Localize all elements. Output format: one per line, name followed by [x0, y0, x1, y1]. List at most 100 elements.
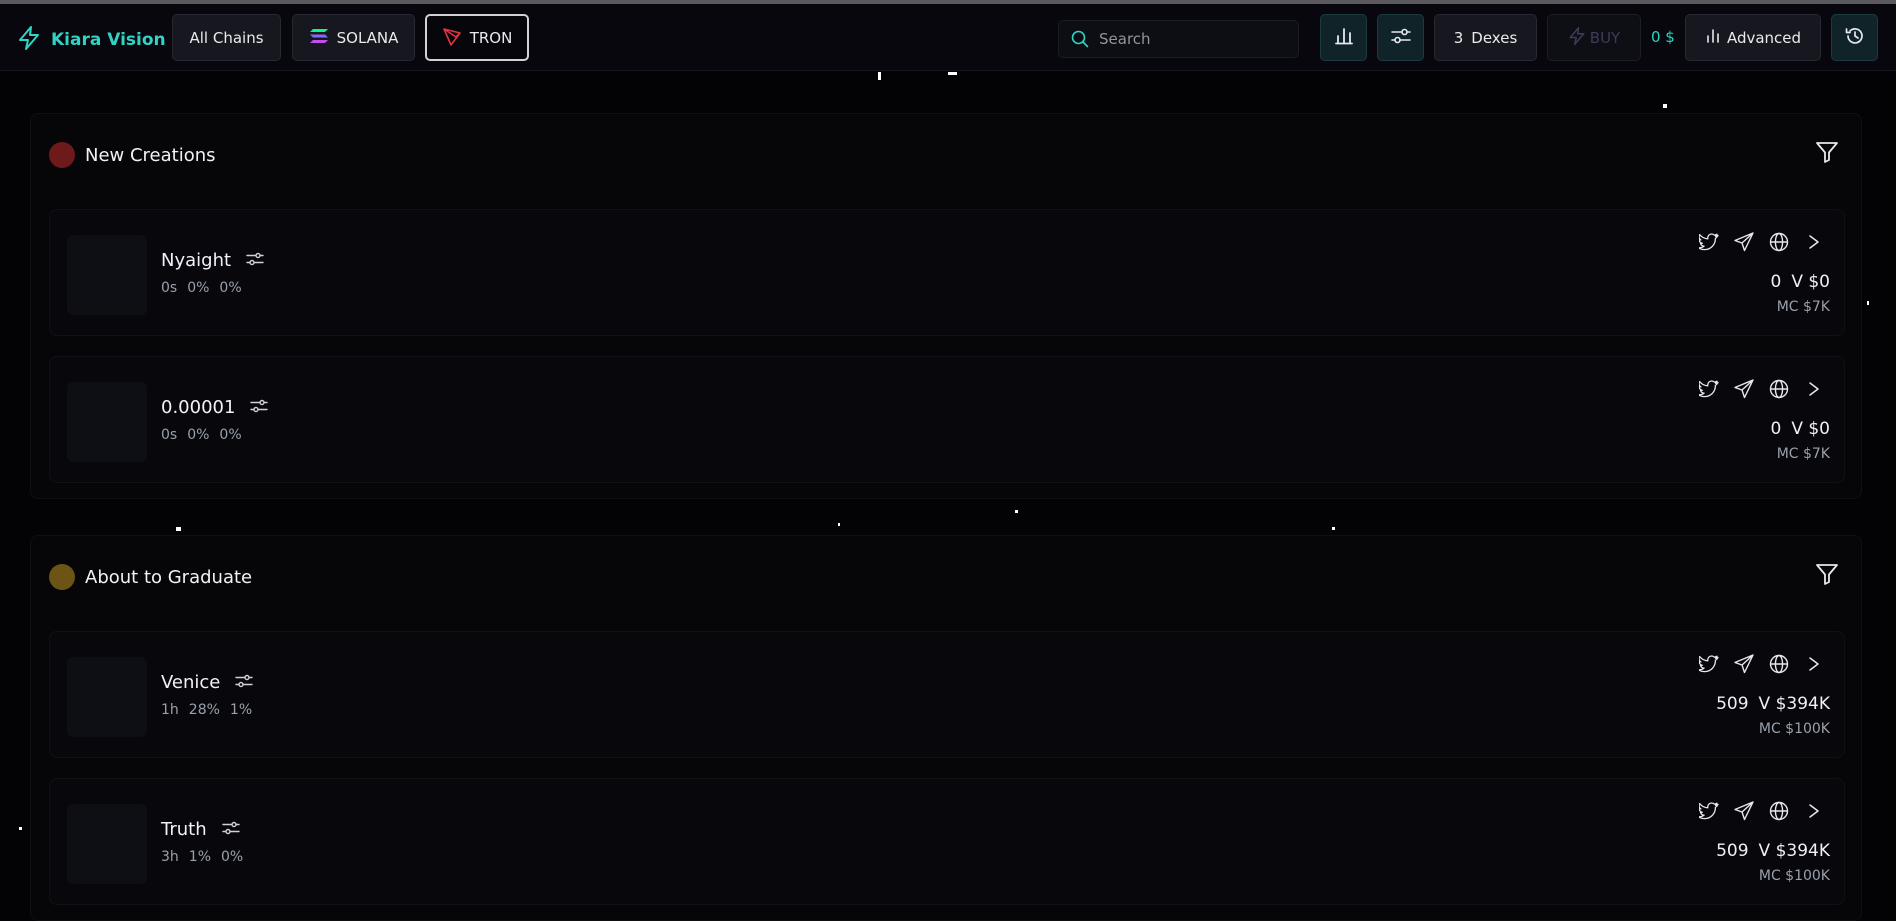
sliders-icon[interactable] [250, 398, 269, 418]
dex-count: 3 [1453, 28, 1464, 47]
sliders-icon[interactable] [221, 820, 240, 840]
twitter-icon[interactable] [1697, 799, 1721, 823]
token-avatar [67, 235, 147, 315]
token-avatar [67, 657, 147, 737]
token-volume-row: 509 V $394K [1716, 694, 1830, 714]
background-particle [1663, 104, 1667, 108]
token-card[interactable]: 0.00001 0s 0% 0% 0 V $0 MC $7K [49, 356, 1845, 483]
lightning-bolt-icon [1568, 26, 1586, 49]
balance-display: 0 $ [1651, 28, 1675, 46]
telegram-icon[interactable] [1732, 652, 1756, 676]
token-links [1686, 799, 1826, 823]
history-clock-icon [1844, 25, 1866, 51]
all-chains-button[interactable]: All Chains [172, 14, 281, 61]
background-particle [1015, 510, 1018, 513]
tron-label: TRON [469, 28, 513, 47]
new-creations-section: New Creations Nyaight 0s 0% 0% 0 V $0 MC… [30, 113, 1862, 499]
tron-logo-icon [442, 26, 462, 50]
token-stat: 28% [188, 702, 220, 718]
token-stat: 0% [221, 849, 244, 865]
token-name-row: Venice [161, 672, 254, 693]
token-market-cap: MC $7K [1776, 299, 1830, 315]
token-links [1686, 230, 1826, 254]
section-header: About to Graduate [49, 564, 252, 590]
filter-icon[interactable] [1815, 562, 1839, 590]
arrow-icon[interactable] [1802, 377, 1826, 401]
token-age: 0s [161, 280, 178, 296]
section-title: About to Graduate [85, 566, 253, 588]
section-title: New Creations [85, 144, 216, 166]
token-volume: V $394K [1758, 694, 1830, 714]
token-stat: 0% [219, 280, 242, 296]
sliders-icon[interactable] [246, 251, 264, 271]
twitter-icon[interactable] [1697, 230, 1721, 254]
token-count: 0 [1770, 419, 1782, 439]
token-stat: 0% [187, 427, 210, 443]
token-age: 3h [161, 849, 179, 865]
token-stats: 1h 28% 1% [161, 702, 262, 718]
twitter-icon[interactable] [1697, 652, 1721, 676]
token-stat: 1% [229, 702, 253, 718]
arrow-icon[interactable] [1802, 230, 1826, 254]
about-to-graduate-section: About to Graduate Venice 1h 28% 1% 509 V… [30, 535, 1862, 921]
bar-chart-icon [1334, 26, 1354, 50]
history-button[interactable] [1831, 14, 1878, 61]
token-count: 509 [1716, 694, 1749, 714]
token-name-row: Nyaight [161, 250, 264, 271]
search-input[interactable] [1099, 30, 1289, 48]
buy-button[interactable]: BUY [1547, 14, 1641, 61]
buy-label: BUY [1589, 28, 1621, 47]
globe-icon[interactable] [1767, 377, 1791, 401]
brand-name: Kiara Vision [51, 30, 166, 50]
status-dot [49, 564, 75, 590]
globe-icon[interactable] [1767, 652, 1791, 676]
search-box[interactable] [1058, 20, 1299, 58]
globe-icon[interactable] [1767, 799, 1791, 823]
sliders-icon[interactable] [235, 673, 254, 693]
dexes-button[interactable]: 3 Dexes [1434, 14, 1537, 61]
background-particle [948, 72, 957, 75]
search-icon [1071, 30, 1089, 48]
globe-icon[interactable] [1767, 230, 1791, 254]
telegram-icon[interactable] [1732, 377, 1756, 401]
token-market-cap: MC $100K [1758, 868, 1830, 884]
arrow-icon[interactable] [1802, 799, 1826, 823]
filter-icon[interactable] [1815, 140, 1839, 168]
token-volume: V $0 [1791, 272, 1830, 292]
top-navbar: Kiara Vision All Chains SOLANA TRON Sear… [0, 4, 1896, 71]
token-name: 0.00001 [161, 397, 236, 418]
settings-sliders-button[interactable] [1377, 14, 1424, 61]
twitter-icon[interactable] [1697, 377, 1721, 401]
arrow-icon[interactable] [1802, 652, 1826, 676]
brand[interactable]: Kiara Vision [18, 26, 166, 54]
telegram-icon[interactable] [1732, 230, 1756, 254]
token-stat: 0% [187, 280, 210, 296]
lightning-bolt-icon [18, 26, 40, 54]
solana-logo-icon [309, 28, 329, 48]
token-stat: 1% [188, 849, 211, 865]
background-particle [838, 523, 840, 526]
token-name: Truth [161, 819, 207, 840]
telegram-icon[interactable] [1732, 799, 1756, 823]
token-name: Nyaight [161, 250, 232, 271]
token-links [1686, 652, 1826, 676]
advanced-button[interactable]: Advanced [1685, 14, 1821, 61]
token-volume-row: 0 V $0 [1771, 272, 1831, 292]
chart-view-button[interactable] [1320, 14, 1367, 61]
background-particle [878, 72, 881, 80]
token-market-cap: MC $7K [1776, 446, 1830, 462]
background-particle [1332, 527, 1335, 530]
token-card[interactable]: Venice 1h 28% 1% 509 V $394K MC $100K [49, 631, 1845, 758]
token-volume-row: 0 V $0 [1771, 419, 1831, 439]
dexes-label: Dexes [1471, 28, 1518, 47]
token-name: Venice [161, 672, 221, 693]
token-volume-row: 509 V $394K [1716, 841, 1830, 861]
token-card[interactable]: Nyaight 0s 0% 0% 0 V $0 MC $7K [49, 209, 1845, 336]
token-name-row: Truth [161, 819, 240, 840]
solana-chain-button[interactable]: SOLANA [292, 14, 415, 61]
token-avatar [67, 382, 147, 462]
token-card[interactable]: Truth 3h 1% 0% 509 V $394K MC $100K [49, 778, 1845, 905]
tron-chain-button[interactable]: TRON [425, 14, 529, 61]
token-count: 509 [1716, 841, 1749, 861]
bar-chart-icon [1705, 28, 1721, 48]
